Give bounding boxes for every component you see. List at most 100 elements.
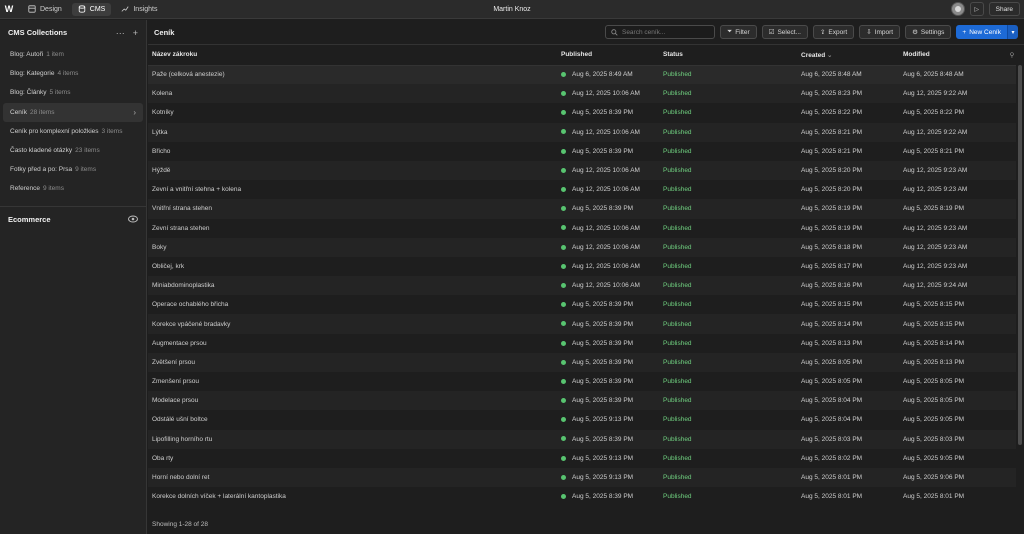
table-row[interactable]: Lipofilling horního rtu Aug 5, 2025 8:39 … — [148, 429, 1016, 449]
cell-name-text: Miniabdominoplastika — [152, 282, 215, 290]
settings-button[interactable]: ⚙ Settings — [905, 25, 952, 39]
table-row[interactable]: Boky Aug 12, 2025 10:06 AM Published Aug 5,… — [148, 237, 1016, 257]
table-row[interactable]: Modelace prsou Aug 5, 2025 8:39 PM Publish… — [148, 391, 1016, 411]
table-row[interactable]: Korekce dolních víček + laterální kantop… — [148, 487, 1016, 506]
cell-status: Published — [659, 257, 797, 276]
sidebar-item-fotky-prsa[interactable]: Fotky před a po: Prsa 9 items — [3, 160, 143, 179]
sidebar-item-blog-kategorie[interactable]: Blog: Kategorie 4 items — [3, 64, 143, 83]
sidebar-item-blog-autori[interactable]: Blog: Autoři 1 item — [3, 45, 143, 64]
table-row[interactable]: Vnitřní strana stehen Aug 5, 2025 8:39 PM… — [148, 199, 1016, 219]
published-dot-icon — [561, 436, 566, 442]
cell-spacer — [1004, 160, 1016, 181]
column-header-created[interactable]: Created ⌄ — [797, 45, 899, 66]
cell-status: Published — [659, 391, 797, 411]
cell-status-text: Published — [663, 474, 692, 482]
eye-icon[interactable] — [128, 215, 138, 223]
column-header-published[interactable]: Published — [557, 45, 659, 66]
ecommerce-label: Ecommerce — [8, 214, 51, 224]
cell-created-text: Aug 5, 2025 8:04 PM — [801, 397, 863, 405]
sidebar-item-blog-clanky[interactable]: Blog: Články 5 items — [3, 83, 143, 102]
cell-status-text: Published — [663, 224, 692, 232]
table-row[interactable]: Oba rty Aug 5, 2025 9:13 PM Published Aug 5… — [148, 449, 1016, 468]
preview-play-button[interactable]: ▷ — [969, 2, 984, 16]
table-row[interactable]: Kolena Aug 12, 2025 10:06 AM Published Aug … — [148, 84, 1016, 104]
cell-status: Published — [659, 180, 797, 199]
column-header-modified[interactable]: Modified — [899, 45, 1004, 66]
filter-button[interactable]: ⏷ Filter — [719, 25, 757, 39]
table-row[interactable]: Korekce vpáčené bradavky Aug 5, 2025 8:39… — [148, 314, 1016, 334]
add-collection-icon[interactable]: + — [133, 28, 138, 38]
ecommerce-section[interactable]: Ecommerce — [0, 207, 146, 232]
cell-created-text: Aug 5, 2025 8:19 PM — [801, 224, 863, 232]
sidebar-item-cenik[interactable]: Ceník 28 items › — [3, 102, 143, 122]
export-button[interactable]: ⇪ Export — [812, 25, 855, 39]
nav-insights-label: Insights — [133, 5, 158, 13]
cell-name: Korekce vpáčené bradavky — [148, 314, 557, 334]
cell-modified: Aug 12, 2025 9:23 AM — [899, 257, 1004, 276]
vertical-scrollbar[interactable] — [1018, 65, 1022, 445]
more-options-icon[interactable]: ··· — [116, 28, 125, 38]
avatar[interactable] — [950, 2, 965, 16]
cell-spacer — [1004, 467, 1016, 488]
table-row[interactable]: Miniabdominoplastika Aug 12, 2025 10:06 A… — [148, 276, 1016, 296]
share-button[interactable]: Share — [988, 2, 1020, 16]
cell-name: Zevní a vnitřní stehna + kolena — [148, 180, 557, 199]
sidebar-item-faq[interactable]: Často kladené otázky 23 items — [3, 141, 143, 160]
table-row[interactable]: Zmenšení prsou Aug 5, 2025 8:39 PM Publish… — [148, 372, 1016, 391]
pagination-summary: Showing 1-28 of 28 — [152, 521, 209, 528]
cell-status: Published — [659, 103, 797, 122]
table-row[interactable]: Odstálé ušní boltce Aug 5, 2025 9:13 PM Pu… — [148, 410, 1016, 429]
table-row[interactable]: Břicho Aug 5, 2025 8:39 PM Published Aug 5,… — [148, 142, 1016, 161]
cell-status-text: Published — [663, 320, 692, 328]
new-item-button[interactable]: + New Ceník ▾ — [956, 25, 1018, 39]
published-dot-icon — [561, 474, 566, 480]
column-header-status[interactable]: Status — [659, 45, 797, 66]
table-row[interactable]: Operace ochablého břicha Aug 5, 2025 8:39… — [148, 295, 1016, 314]
pin-icon[interactable]: ⚲ — [1004, 45, 1016, 66]
table-row[interactable]: Kotníky Aug 5, 2025 8:39 PM Published Aug 5… — [148, 103, 1016, 122]
cell-created-text: Aug 5, 2025 8:22 PM — [801, 109, 863, 117]
search-placeholder: Search ceník... — [621, 28, 666, 36]
search-input[interactable]: Search ceník... — [604, 25, 715, 39]
cell-modified: Aug 6, 2025 8:48 AM — [899, 65, 1004, 85]
table-row[interactable]: Zevní a vnitřní stehna + kolena Aug 12, 2… — [148, 180, 1016, 199]
nav-cms[interactable]: CMS — [71, 2, 112, 16]
table-row[interactable]: Augmentace prsou Aug 5, 2025 8:39 PM Publi… — [148, 334, 1016, 353]
table-row[interactable]: Zvětšení prsou Aug 5, 2025 8:39 PM Publish… — [148, 352, 1016, 372]
select-button[interactable]: ☑ Select... — [761, 25, 808, 39]
nav-insights[interactable]: Insights — [115, 3, 163, 16]
cell-modified-text: Aug 5, 2025 8:22 PM — [903, 109, 965, 117]
cell-modified: Aug 5, 2025 8:22 PM — [899, 103, 1004, 122]
cell-modified: Aug 12, 2025 9:23 AM — [899, 160, 1004, 181]
cell-modified-text: Aug 5, 2025 8:01 PM — [903, 493, 965, 501]
cell-created: Aug 5, 2025 8:04 PM — [797, 391, 899, 411]
column-header-name[interactable]: Název zákroku — [148, 45, 557, 66]
table-row[interactable]: Zevní strana stehen Aug 12, 2025 10:06 AM… — [148, 219, 1016, 238]
export-label: Export — [828, 28, 848, 36]
nav-design[interactable]: Design — [22, 3, 68, 16]
cell-created-text: Aug 5, 2025 8:05 PM — [801, 358, 863, 366]
cell-name-text: Augmentace prsou — [152, 339, 207, 347]
table-row[interactable]: Horní nebo dolní ret Aug 5, 2025 9:13 PM P… — [148, 467, 1016, 488]
cell-created: Aug 5, 2025 8:21 PM — [797, 142, 899, 161]
import-button[interactable]: ⇩ Import — [859, 25, 901, 39]
cell-created-text: Aug 5, 2025 8:01 PM — [801, 493, 863, 501]
cell-name-text: Zmenšení prsou — [152, 378, 199, 386]
chevron-down-icon[interactable]: ▾ — [1007, 25, 1018, 39]
sidebar-item-cenik-komplexni[interactable]: Ceník pro komplexní položkies 3 items — [3, 122, 143, 141]
sidebar-item-reference[interactable]: Reference 9 items — [3, 179, 143, 198]
table-row[interactable]: Paže (celková anestezie) Aug 6, 2025 8:49… — [148, 65, 1016, 85]
cell-name-text: Modelace prsou — [152, 397, 199, 405]
cell-created-text: Aug 5, 2025 8:04 PM — [801, 416, 863, 424]
webflow-logo-icon[interactable]: W — [0, 0, 18, 19]
sidebar-item-label: Ceník — [10, 108, 27, 116]
cell-name: Oba rty — [148, 449, 557, 468]
table-row[interactable]: Hýždě Aug 12, 2025 10:06 AM Published Aug 5… — [148, 160, 1016, 181]
table-row[interactable]: Lýtka Aug 12, 2025 10:06 AM Published Aug 5… — [148, 122, 1016, 142]
play-icon: ▷ — [974, 6, 979, 13]
cell-published: Aug 12, 2025 10:06 AM — [557, 122, 659, 142]
table-row[interactable]: Obličej, krk Aug 12, 2025 10:06 AM Publish… — [148, 257, 1016, 276]
cell-status: Published — [659, 449, 797, 468]
cell-spacer — [1004, 219, 1016, 238]
cell-created-text: Aug 5, 2025 8:02 PM — [801, 454, 863, 462]
